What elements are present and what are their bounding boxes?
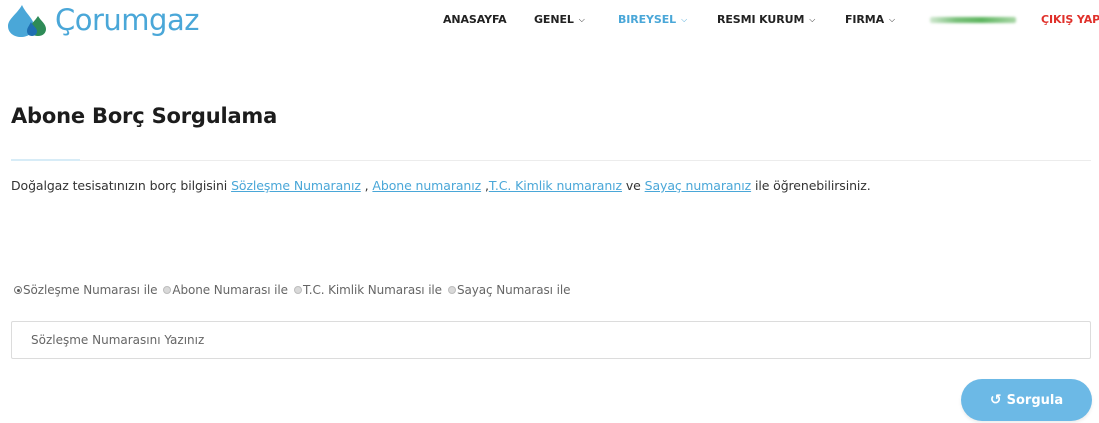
sorgula-button-label: Sorgula	[1006, 392, 1064, 408]
radio-abone-numarasi[interactable]: Abone Numarası ile	[163, 283, 288, 297]
sorgula-button[interactable]: ↺ Sorgula	[961, 379, 1092, 421]
logo-drop-icon	[8, 5, 46, 37]
radio-checked-icon[interactable]	[14, 286, 22, 294]
radio-unchecked-icon[interactable]	[447, 286, 456, 294]
chevron-down-icon: ⌵	[809, 15, 816, 24]
link-tc-kimlik-numarasi[interactable]: T.C. Kimlik numaranız	[489, 178, 622, 193]
nav-item-resmi-kurum[interactable]: RESMI KURUM ⌵	[717, 12, 815, 28]
nav-item-bireysel[interactable]: BIREYSEL ⌵	[618, 12, 687, 28]
query-type-radio-group: Sözleşme Numarası ile Abone Numarası ile…	[14, 283, 576, 297]
title-divider	[11, 160, 1091, 161]
logout-link[interactable]: ÇIKIŞ YAP	[1041, 12, 1099, 28]
radio-sayac-numarasi[interactable]: Sayaç Numarası ile	[447, 283, 571, 297]
title-divider-accent	[11, 159, 80, 161]
link-sozlesme-numarasi[interactable]: Sözleşme Numaranız	[231, 178, 361, 193]
refresh-icon: ↺	[989, 392, 1002, 408]
site-header: Çorumgaz ANASAYFA GENEL ⌵ BIREYSEL ⌵ RESMI…	[0, 0, 1099, 40]
logo-text: Çorumgaz	[55, 3, 199, 37]
intro-separator: ,	[481, 178, 489, 193]
nav-item-genel[interactable]: GENEL ⌵	[534, 12, 585, 28]
radio-label: Abone Numarası ile	[172, 283, 288, 297]
user-name-redacted	[930, 17, 1016, 23]
intro-separator: ,	[360, 178, 373, 193]
radio-unchecked-icon[interactable]	[163, 286, 172, 294]
radio-unchecked-icon[interactable]	[293, 286, 302, 294]
chevron-down-icon: ⌵	[889, 15, 896, 24]
nav-item-label: GENEL	[534, 13, 574, 26]
intro-text: Doğalgaz tesisatınızın borç bilgisini Sö…	[11, 178, 871, 193]
nav-item-anasayfa[interactable]: ANASAYFA	[443, 12, 507, 28]
radio-label: Sözleşme Numarası ile	[23, 283, 158, 297]
radio-sozlesme-numarasi[interactable]: Sözleşme Numarası ile	[14, 283, 157, 297]
link-sayac-numarasi[interactable]: Sayaç numaranız	[645, 178, 752, 193]
link-abone-numarasi[interactable]: Abone numaranız	[372, 178, 481, 193]
nav-item-firma[interactable]: FIRMA ⌵	[845, 12, 895, 28]
radio-tc-kimlik-numarasi[interactable]: T.C. Kimlik Numarası ile	[293, 283, 442, 297]
nav-item-label: RESMI KURUM	[717, 13, 805, 26]
chevron-down-icon: ⌵	[578, 15, 585, 24]
contract-number-input[interactable]	[11, 321, 1091, 359]
nav-item-label: BIREYSEL	[618, 13, 677, 26]
page-title: Abone Borç Sorgulama	[11, 104, 278, 128]
page: Çorumgaz ANASAYFA GENEL ⌵ BIREYSEL ⌵ RESMI…	[0, 0, 1099, 423]
nav-item-label: FIRMA	[845, 13, 885, 26]
intro-separator: ve	[622, 178, 645, 193]
intro-suffix: ile öğrenebilirsiniz.	[751, 178, 871, 193]
logo[interactable]: Çorumgaz	[5, 2, 199, 38]
nav-item-label: ANASAYFA	[443, 13, 507, 26]
radio-label: T.C. Kimlik Numarası ile	[302, 283, 442, 297]
chevron-down-icon: ⌵	[681, 15, 688, 24]
radio-label: Sayaç Numarası ile	[456, 283, 571, 297]
intro-prefix: Doğalgaz tesisatınızın borç bilgisini	[11, 178, 232, 193]
